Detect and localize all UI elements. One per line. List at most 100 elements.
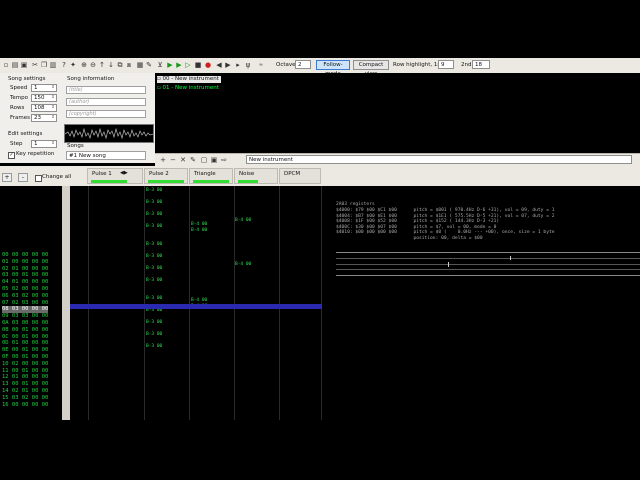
frame-row[interactable]: 15 03 02 00 00 <box>2 395 48 402</box>
frame-row[interactable]: 11 00 01 00 00 <box>2 368 48 375</box>
key-repetition-checkbox[interactable]: ✓ <box>8 152 15 159</box>
frame-row[interactable]: 03 00 01 00 00 <box>2 272 48 279</box>
add-frame-button[interactable]: + <box>2 173 12 182</box>
step-spinner[interactable]: 1 ⇕ <box>31 140 57 148</box>
change-all-checkbox[interactable] <box>35 175 42 182</box>
follow-mode-button[interactable]: Follow-mode <box>316 60 350 77</box>
volume-meter <box>193 180 229 183</box>
frame-row[interactable]: 07 02 03 00 00 <box>2 300 48 307</box>
frames-spinner[interactable]: 23 ⇕ <box>31 114 57 122</box>
scope-marker <box>510 256 511 260</box>
channel-triangle[interactable]: Triangle <box>189 168 233 184</box>
settings-icon[interactable]: ✎ <box>145 61 153 69</box>
frame-row[interactable]: 14 02 01 00 00 <box>2 388 48 395</box>
move-frame-up-icon[interactable]: ↑ <box>98 61 106 69</box>
frame-row[interactable]: 0E 00 01 00 00 <box>2 347 48 354</box>
spinner-arrows-icon[interactable]: ⇕ <box>50 85 56 91</box>
cut-icon[interactable]: ✂ <box>31 61 39 69</box>
octave-select[interactable]: 2 <box>295 60 311 69</box>
pattern-editor[interactable]: B-3 00 B-3 00 B-3 00 B-3 00 B-3 00 B-3 0… <box>70 186 322 420</box>
frame-row[interactable]: 05 02 00 00 00 <box>2 286 48 293</box>
tuning-fork-icon[interactable]: ψ <box>244 61 252 69</box>
frame-row[interactable]: 0C 00 01 00 00 <box>2 334 48 341</box>
frame-row[interactable]: 0D 01 00 00 00 <box>2 340 48 347</box>
volume-meter <box>238 180 258 183</box>
clone-frame-icon[interactable]: ⧈ <box>125 61 133 69</box>
frame-row[interactable]: 0A 03 00 00 00 <box>2 320 48 327</box>
module-properties-icon[interactable]: ▦ <box>136 61 144 69</box>
frame-row[interactable]: 09 03 03 00 00 <box>2 313 48 320</box>
channel-arrows-icon[interactable]: ◀▶ <box>120 170 128 176</box>
tempo-spinner[interactable]: 150 ⇕ <box>31 94 57 102</box>
frame-row[interactable]: 02 01 00 00 00 <box>2 266 48 273</box>
song-select[interactable]: #1 New song <box>66 151 146 160</box>
add-instrument-icon[interactable]: + <box>159 156 167 164</box>
next-track-icon[interactable]: ▶ <box>224 61 232 69</box>
nsf-icon[interactable]: ≈ <box>256 61 266 69</box>
duplicate-frame-icon[interactable]: ⧉ <box>116 61 124 69</box>
channel-noise[interactable]: Noise <box>234 168 278 184</box>
channel-name: Triangle <box>194 171 216 177</box>
help-icon[interactable]: ✦ <box>69 61 77 69</box>
play-loop-icon[interactable]: ▷ <box>184 61 192 69</box>
move-frame-down-icon[interactable]: ↓ <box>107 61 115 69</box>
song-settings-title: Song settings <box>8 76 46 82</box>
filter-icon[interactable]: ⊻ <box>156 61 164 69</box>
spinner-arrows-icon[interactable]: ⇕ <box>50 105 56 111</box>
previous-track-icon[interactable]: ◀ <box>215 61 223 69</box>
frame-row[interactable]: 16 00 00 00 00 <box>2 402 48 409</box>
save-file-icon[interactable]: ▣ <box>20 61 28 69</box>
frame-row[interactable]: 00 00 00 00 00 <box>2 252 48 259</box>
rows-spinner[interactable]: 108 ⇕ <box>31 104 57 112</box>
about-icon[interactable]: ? <box>60 61 68 69</box>
load-instrument-icon[interactable]: ▢ <box>200 156 208 164</box>
play-icon[interactable]: ▶ <box>166 61 174 69</box>
save-instrument-icon[interactable]: ▣ <box>210 156 218 164</box>
frame-row[interactable]: 10 02 00 00 00 <box>2 361 48 368</box>
edit-instrument-icon[interactable]: ✎ <box>189 156 197 164</box>
channel-pulse-1[interactable]: Pulse 1 ◀▶ <box>87 168 143 184</box>
step-label: Step <box>10 141 23 147</box>
skip-icon[interactable]: ▸ <box>234 61 242 69</box>
frame-row[interactable]: 04 01 00 00 00 <box>2 279 48 286</box>
spinner-arrows-icon[interactable]: ⇕ <box>50 141 56 147</box>
channel-pulse-2[interactable]: Pulse 2 <box>144 168 188 184</box>
frame-row[interactable]: 0B 00 01 00 00 <box>2 327 48 334</box>
spinner-arrows-icon[interactable]: ⇕ <box>50 115 56 121</box>
song-copyright-field[interactable]: (copyright) <box>66 110 146 118</box>
frame-row[interactable]: 0F 00 01 00 00 <box>2 354 48 361</box>
record-icon[interactable]: ● <box>204 61 212 69</box>
frame-row[interactable]: 13 00 01 00 00 <box>2 381 48 388</box>
new-file-icon[interactable]: ▫ <box>2 61 10 69</box>
frame-row[interactable]: 08 03 00 00 00 <box>2 306 49 313</box>
frame-row[interactable]: 01 00 00 00 00 <box>2 259 48 266</box>
instrument-item[interactable]: ▫ 01 - New instrument <box>157 85 219 92</box>
remove-frame-icon[interactable]: ⊖ <box>89 61 97 69</box>
frame-scrollbar[interactable] <box>62 186 70 420</box>
column-divider <box>144 186 145 420</box>
paste-icon[interactable]: ▥ <box>49 61 57 69</box>
row-highlight-2nd-spinner[interactable]: 18 <box>472 60 490 69</box>
frame-row[interactable]: 12 01 00 00 00 <box>2 374 48 381</box>
remove-instrument-icon[interactable]: − <box>169 156 177 164</box>
stop-icon[interactable]: ■ <box>194 61 202 69</box>
copy-instrument-icon[interactable]: ⇨ <box>220 156 228 164</box>
song-title-field[interactable]: (title) <box>66 86 146 94</box>
insert-frame-icon[interactable]: ⊕ <box>80 61 88 69</box>
instrument-name-field[interactable]: New instrument <box>246 155 632 164</box>
song-author-field[interactable]: (author) <box>66 98 146 106</box>
play-pattern-icon[interactable]: ▶ <box>175 61 183 69</box>
spinner-arrows-icon[interactable]: ⇕ <box>50 95 56 101</box>
frame-row[interactable]: 06 03 02 00 00 <box>2 293 48 300</box>
delete-instrument-icon[interactable]: ✕ <box>179 156 187 164</box>
remove-frame-button[interactable]: - <box>18 173 28 182</box>
instrument-item[interactable]: ▫ 00 - New instrument <box>157 76 221 83</box>
open-file-icon[interactable]: ▤ <box>11 61 19 69</box>
channel-dpcm[interactable]: DPCM <box>279 168 321 184</box>
speed-spinner[interactable]: 1 ⇕ <box>31 84 57 92</box>
scope-line <box>336 264 640 265</box>
compact-view-button[interactable]: Compact view <box>353 60 389 77</box>
copy-icon[interactable]: ❐ <box>40 61 48 69</box>
row-highlight-1st-spinner[interactable]: 9 <box>438 60 454 69</box>
frame-list[interactable]: 00 00 00 00 00 01 00 00 00 00 02 01 00 00 … <box>0 186 62 420</box>
